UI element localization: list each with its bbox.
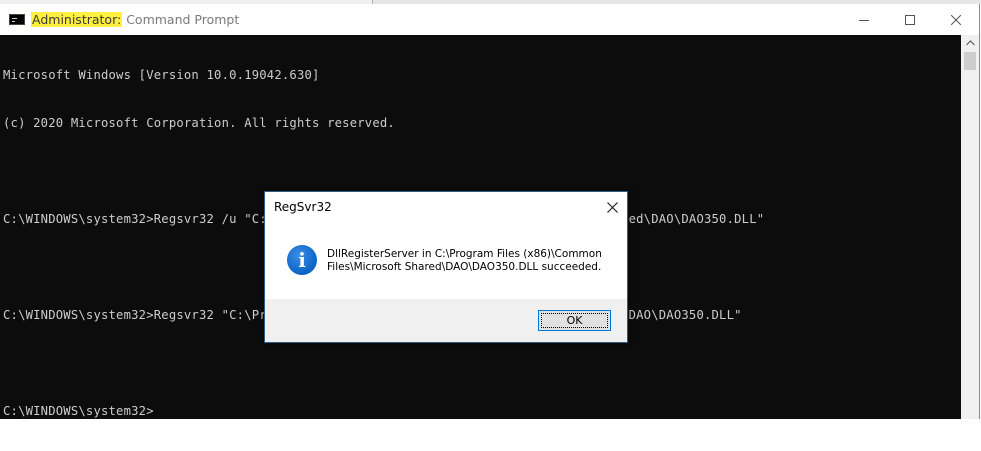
maximize-icon: [905, 14, 915, 25]
close-button[interactable]: [933, 4, 979, 35]
ok-button[interactable]: OK: [538, 310, 611, 331]
close-icon: [606, 201, 618, 213]
scrollbar-thumb[interactable]: [964, 52, 976, 70]
dialog-title: RegSvr32: [274, 200, 332, 214]
window-title: Command Prompt: [126, 12, 240, 27]
title-bar[interactable]: Administrator: Command Prompt: [0, 4, 979, 35]
minimize-icon: [859, 19, 869, 21]
console-prompt-line: C:\WINDOWS\system32>: [3, 404, 154, 418]
maximize-button[interactable]: [887, 4, 933, 35]
title-admin-prefix: Administrator:: [31, 12, 123, 27]
dialog-footer: OK: [265, 299, 627, 342]
dialog-message-line: Files\Microsoft Shared\DAO\DAO350.DLL su…: [327, 261, 602, 273]
dialog-body: i DllRegisterServer in C:\Program Files …: [265, 222, 627, 299]
vertical-scrollbar[interactable]: [961, 35, 979, 419]
console-line: (c) 2020 Microsoft Corporation. All righ…: [3, 116, 395, 130]
dialog-message-line: DllRegisterServer in C:\Program Files (x…: [327, 248, 602, 260]
minimize-button[interactable]: [841, 4, 887, 35]
console-app-icon[interactable]: [9, 14, 25, 25]
regsvr32-dialog: RegSvr32 i DllRegisterServer in C:\Progr…: [264, 191, 628, 343]
console-line: Microsoft Windows [Version 10.0.19042.63…: [3, 68, 320, 82]
info-icon: i: [287, 245, 317, 275]
dialog-message: DllRegisterServer in C:\Program Files (x…: [327, 248, 617, 274]
chevron-up-icon: [965, 40, 975, 46]
dialog-title-bar[interactable]: RegSvr32: [265, 192, 627, 222]
window-controls: [841, 4, 979, 35]
close-icon: [951, 14, 961, 25]
scroll-up-button[interactable]: [961, 35, 979, 51]
dialog-close-button[interactable]: [601, 196, 623, 218]
